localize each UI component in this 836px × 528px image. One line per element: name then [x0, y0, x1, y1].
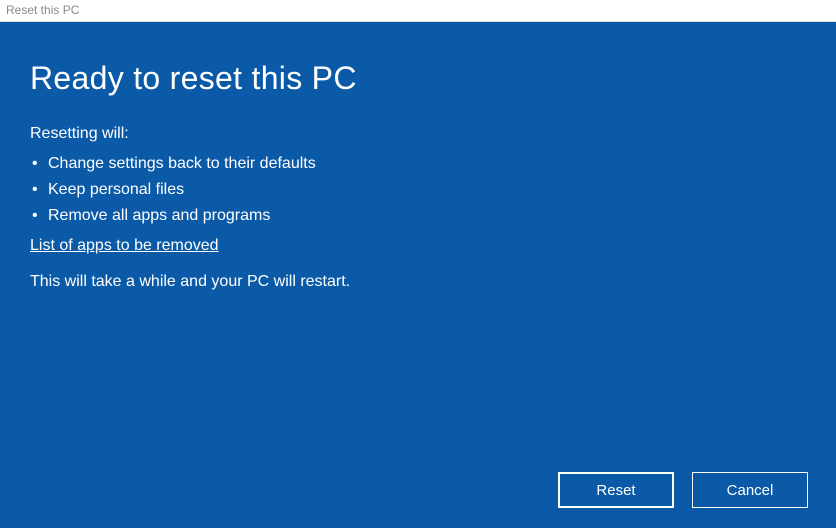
button-row: Reset Cancel — [558, 472, 808, 508]
intro-text: Resetting will: — [30, 125, 806, 143]
page-heading: Ready to reset this PC — [30, 60, 806, 97]
window-title: Reset this PC — [6, 3, 79, 17]
reset-button[interactable]: Reset — [558, 472, 674, 508]
note-text: This will take a while and your PC will … — [30, 273, 806, 291]
apps-to-remove-link[interactable]: List of apps to be removed — [30, 237, 219, 255]
main-panel: Ready to reset this PC Resetting will: C… — [0, 22, 836, 528]
list-item: Remove all apps and programs — [30, 203, 806, 229]
list-item: Keep personal files — [30, 177, 806, 203]
list-item: Change settings back to their defaults — [30, 151, 806, 177]
bullet-list: Change settings back to their defaults K… — [30, 151, 806, 229]
titlebar: Reset this PC — [0, 0, 836, 22]
cancel-button[interactable]: Cancel — [692, 472, 808, 508]
